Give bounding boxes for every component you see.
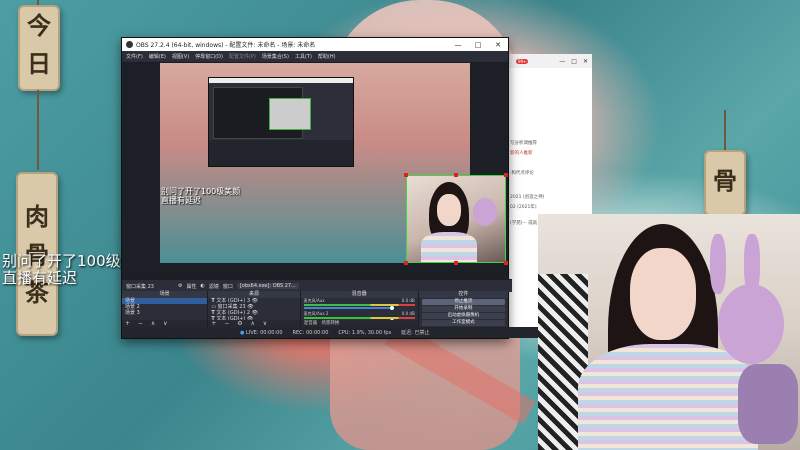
- menu-help[interactable]: 帮助(H): [318, 53, 336, 60]
- controls-dock: 控件 停止推流 开始录制 启动虚拟摄像机 工作室模式: [418, 291, 508, 327]
- current-source-label: 窗口采集 23: [126, 283, 154, 290]
- menu-edit[interactable]: 编辑(E): [149, 53, 166, 60]
- close-button[interactable]: ✕: [488, 41, 508, 49]
- maximize-button[interactable]: □: [468, 41, 488, 49]
- window-label: 窗口: [222, 283, 233, 290]
- menu-profile[interactable]: 配置文件(P): [229, 53, 256, 60]
- menu-scene-collection[interactable]: 场景集合(S): [262, 53, 289, 60]
- scene-item[interactable]: 场景 3: [122, 310, 207, 316]
- studio-mode-button[interactable]: 工作室模式: [421, 320, 505, 326]
- obs-menubar: 文件(F) 编辑(E) 视图(V) 停靠窗口(D) 配置文件(P) 场景集合(S…: [122, 51, 508, 63]
- minimize-button[interactable]: —: [448, 41, 468, 49]
- tag-string: [724, 110, 726, 150]
- audio-meter: [303, 317, 415, 319]
- obs-window[interactable]: OBS 27.2.4 (64-bit, windows) - 配置文件: 未命名…: [121, 37, 626, 339]
- scenes-header: 场景: [122, 291, 208, 298]
- stop-streaming-button[interactable]: 停止推流: [421, 299, 505, 305]
- preview-webcam-source[interactable]: [404, 173, 508, 265]
- delay-status: 延迟: 已禁止: [401, 330, 430, 336]
- obs-titlebar: OBS 27.2.4 (64-bit, windows) - 配置文件: 未命名…: [122, 38, 508, 51]
- mixer-tabs[interactable]: 混音器 场景转换: [300, 320, 418, 327]
- browser-line[interactable]: 02 (2021年): [506, 202, 592, 212]
- window-select[interactable]: [obs64.exe]: OBS 27...: [236, 283, 299, 289]
- virtual-camera-button[interactable]: 启动虚拟摄像机: [421, 313, 505, 319]
- audio-meter: [303, 304, 415, 306]
- menu-file[interactable]: 文件(F): [126, 53, 143, 60]
- sources-dock: 来源 T 文本 (GDI+) 3 👁 ▭ 窗口采集 23 👁 T 文本 (GDI…: [208, 291, 301, 327]
- wall-tag-3: 骨: [704, 150, 746, 216]
- obs-logo-icon: [126, 41, 133, 48]
- preview-caption: 别问了开了100级美颜 直播有延迟: [161, 187, 241, 205]
- tab-transitions[interactable]: 场景转换: [321, 321, 339, 326]
- menu-view[interactable]: 视图(V): [172, 53, 189, 60]
- scenes-toolbar[interactable]: + − ∧ ∨: [122, 320, 208, 327]
- obs-preview[interactable]: 别问了开了100级美颜 直播有延迟: [122, 63, 508, 279]
- filter-icon: ◐: [200, 283, 205, 289]
- webcam-feed: [538, 214, 800, 450]
- cpu-status: CPU: 1.9%, 30.00 fps: [338, 329, 392, 336]
- gear-icon: ⚙: [177, 283, 183, 289]
- browser-line[interactable]: 写分析调推荐: [506, 138, 592, 148]
- start-recording-button[interactable]: 开始录制: [421, 306, 505, 312]
- notification-badge: 99+: [516, 58, 529, 64]
- browser-line[interactable]: 2021 (创造之神): [506, 192, 592, 202]
- controls-header: 控件: [418, 291, 508, 298]
- live-status: ● LIVE: 00:00:00: [240, 329, 283, 336]
- browser-line[interactable]: 新的人推新: [506, 148, 592, 158]
- mixer-header: 混音器: [300, 291, 418, 298]
- obs-docks: 场景 场景 场景 2 场景 3 + − ∧ ∨ 来源 T 文本 (GDI+) 3…: [122, 291, 508, 327]
- sources-toolbar[interactable]: + − ⚙ ∧ ∨: [208, 320, 300, 327]
- menu-docks[interactable]: 停靠窗口(D): [195, 53, 223, 60]
- menu-tools[interactable]: 工具(T): [295, 53, 312, 60]
- preview-canvas[interactable]: [160, 63, 508, 265]
- close-button[interactable]: ✕: [583, 58, 588, 65]
- filters-button[interactable]: 滤镜: [209, 283, 219, 290]
- minimize-button[interactable]: —: [559, 58, 565, 65]
- wall-tag-1: 今日: [18, 5, 60, 91]
- mixer-track: 麦克风/Aux 0.0 dB: [301, 298, 418, 311]
- obs-window-title: OBS 27.2.4 (64-bit, windows) - 配置文件: 未命名…: [136, 42, 316, 49]
- sources-header: 来源: [208, 291, 300, 298]
- browser-line[interactable]: ·和代点评论: [506, 168, 592, 178]
- maximize-button[interactable]: □: [571, 58, 577, 65]
- tab-mixer[interactable]: 混音器: [304, 321, 318, 326]
- scenes-dock: 场景 场景 场景 2 场景 3 + − ∧ ∨: [122, 291, 209, 327]
- nested-obs-capture: [208, 77, 354, 167]
- mixer-dock: 混音器 麦克风/Aux 0.0 dB 麦克风/Aux 2 0.0 dB 混音器 …: [300, 291, 419, 327]
- tag-string: [37, 90, 39, 170]
- rec-status: REC: 00:00:00: [292, 329, 329, 336]
- browser-titlebar: 99+ — □ ✕: [506, 54, 592, 68]
- properties-button[interactable]: 属性: [186, 283, 196, 290]
- volume-slider[interactable]: [303, 306, 395, 310]
